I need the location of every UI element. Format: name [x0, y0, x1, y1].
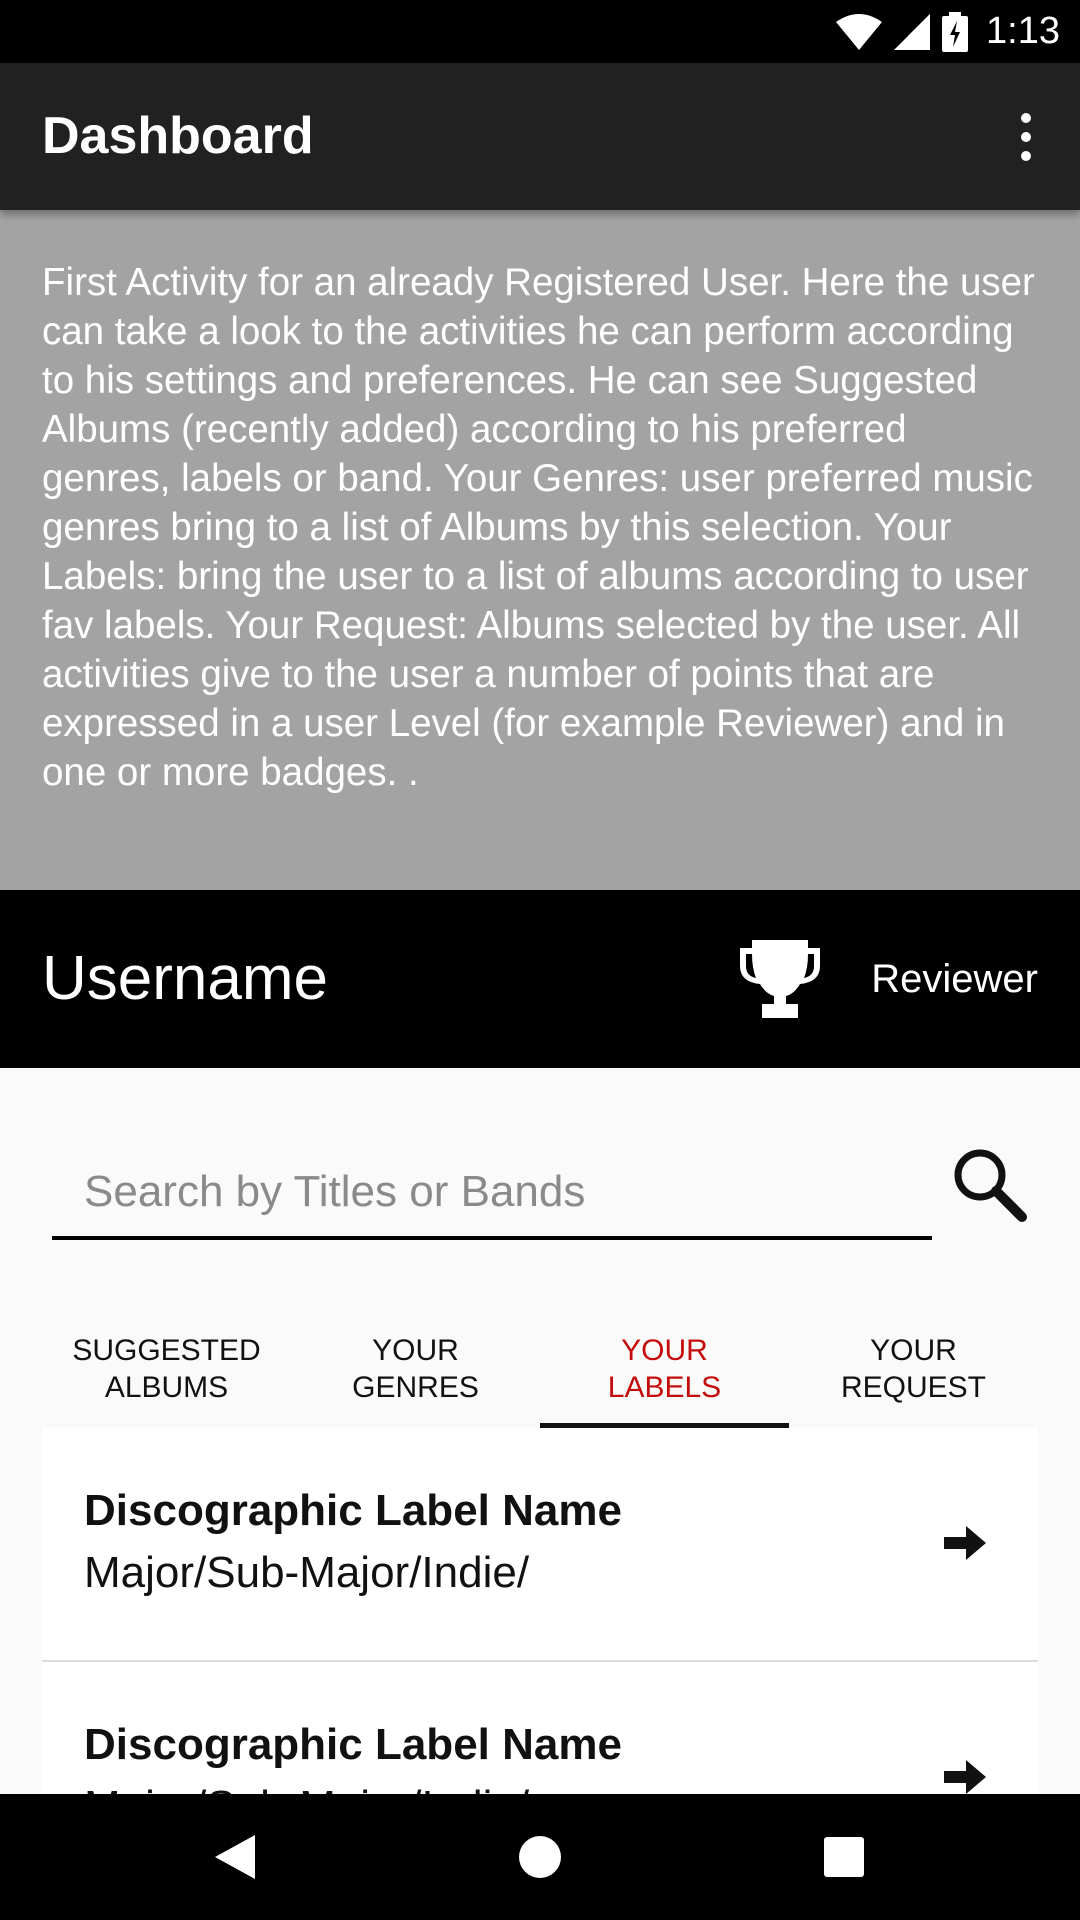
- tab-bar: SUGGESTED ALBUMS YOUR GENRES YOUR LABELS…: [42, 1310, 1038, 1428]
- label-list: Discographic Label Name Major/Sub-Major/…: [42, 1428, 1038, 1794]
- status-time: 1:13: [986, 10, 1060, 52]
- back-button[interactable]: [175, 1794, 295, 1920]
- arrow-right-icon[interactable]: [942, 1520, 988, 1566]
- status-bar: 1:13: [0, 0, 1080, 63]
- tab-your-genres[interactable]: YOUR GENRES: [291, 1310, 540, 1428]
- list-item[interactable]: Discographic Label Name Major/Sub-Major/…: [42, 1662, 1038, 1794]
- label-type: Major/Sub-Major/Indie/: [84, 1548, 530, 1597]
- recents-button[interactable]: [784, 1794, 904, 1920]
- page-title: Dashboard: [42, 107, 314, 165]
- tab-your-request[interactable]: YOUR REQUEST: [789, 1310, 1038, 1428]
- battery-icon: [942, 11, 969, 52]
- username: Username: [42, 944, 328, 1013]
- description-panel: First Activity for an already Registered…: [0, 210, 1080, 890]
- signal-icon: [894, 13, 931, 50]
- search-icon[interactable]: [950, 1145, 1028, 1223]
- home-button[interactable]: [480, 1794, 600, 1920]
- arrow-right-icon[interactable]: [942, 1754, 988, 1794]
- overflow-menu-icon[interactable]: [998, 107, 1054, 167]
- app-bar: Dashboard: [0, 63, 1080, 210]
- label-name: Discographic Label Name: [84, 1486, 622, 1535]
- recents-square-icon: [824, 1837, 864, 1877]
- tab-your-labels[interactable]: YOUR LABELS: [540, 1310, 789, 1428]
- back-triangle-icon: [215, 1835, 255, 1879]
- label-name: Discographic Label Name: [84, 1720, 622, 1769]
- status-icons: 1:13: [836, 0, 1060, 63]
- search-field: [52, 1148, 932, 1240]
- user-level: Reviewer: [871, 957, 1038, 1001]
- description-text: First Activity for an already Registered…: [42, 261, 1035, 794]
- tab-suggested-albums[interactable]: SUGGESTED ALBUMS: [42, 1310, 291, 1428]
- search-input[interactable]: [52, 1148, 932, 1236]
- user-bar: Username Reviewer: [0, 890, 1080, 1068]
- list-item[interactable]: Discographic Label Name Major/Sub-Major/…: [42, 1428, 1038, 1662]
- wifi-icon: [836, 13, 883, 50]
- home-circle-icon: [519, 1836, 561, 1878]
- label-type: Major/Sub-Major/Indie/: [84, 1782, 529, 1794]
- navigation-bar: [0, 1794, 1080, 1920]
- trophy-icon: [740, 940, 820, 1018]
